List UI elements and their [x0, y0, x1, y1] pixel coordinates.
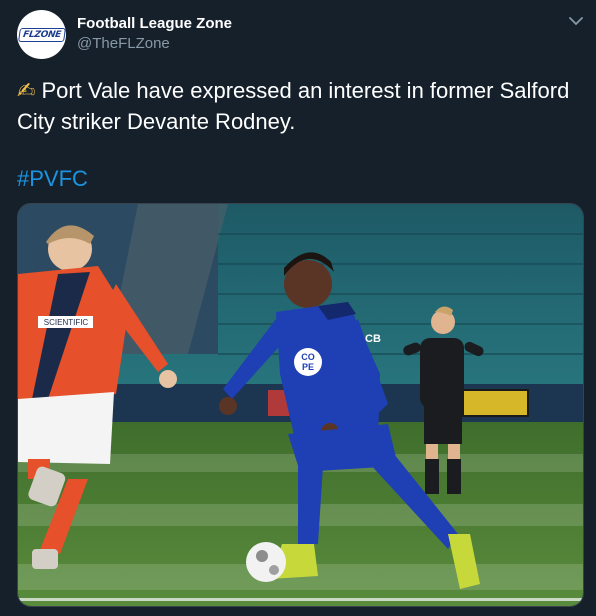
- tweet-text: ✍ Port Vale have expressed an interest in…: [17, 76, 577, 137]
- hashtag-link[interactable]: #PVFC: [17, 166, 88, 192]
- user-handle[interactable]: @TheFLZone: [77, 35, 170, 52]
- football-match-photo: SCIENTIFIC CB CO PE: [18, 204, 583, 606]
- avatar-logo: FLZONE: [17, 27, 66, 42]
- display-name[interactable]: Football League Zone: [77, 15, 232, 32]
- home-shirt-sponsor-line2: PE: [302, 362, 314, 372]
- sleeve-sponsor: CB: [365, 333, 381, 345]
- tweet-body: Port Vale have expressed an interest in …: [17, 78, 570, 134]
- avatar[interactable]: FLZONE: [17, 10, 66, 59]
- away-shirt-sponsor: SCIENTIFIC: [44, 318, 89, 327]
- tweet-menu-button[interactable]: [566, 12, 586, 32]
- tweet-card: FLZONE Football League Zone @TheFLZone ✍…: [0, 0, 596, 616]
- football: [246, 542, 286, 582]
- tweet-photo[interactable]: SCIENTIFIC CB CO PE: [17, 203, 584, 607]
- writing-hand-icon: ✍: [17, 79, 36, 104]
- home-shirt-sponsor-line1: CO: [301, 352, 315, 362]
- chevron-down-icon: [569, 13, 583, 31]
